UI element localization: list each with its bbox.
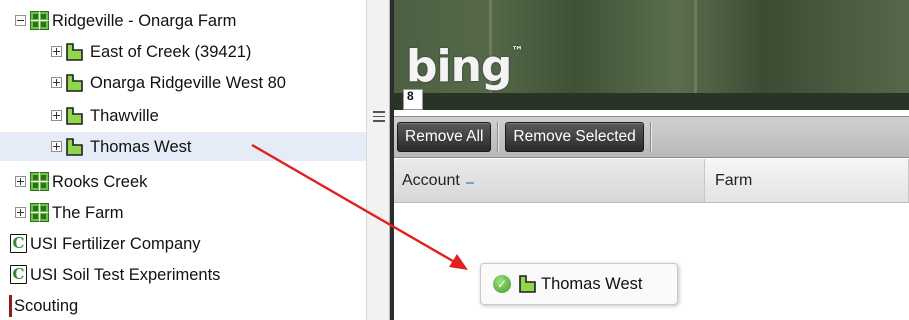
- scouting-marker-icon: [9, 294, 12, 317]
- tree-node-field-onarga-ridgeville-west[interactable]: Onarga Ridgeville West 80: [0, 68, 366, 97]
- remove-selected-button[interactable]: Remove Selected: [505, 122, 644, 152]
- account-tree[interactable]: Ridgeville - Onarga Farm East of Creek (…: [0, 0, 366, 320]
- field-flag-icon: [519, 275, 536, 293]
- tree-node-label: USI Soil Test Experiments: [30, 265, 221, 284]
- tree-node-farm-the-farm[interactable]: The Farm: [0, 198, 366, 227]
- drag-proxy-label: Thomas West: [541, 274, 643, 293]
- expand-icon[interactable]: [15, 176, 26, 187]
- company-c-icon: C: [10, 265, 27, 284]
- expand-icon[interactable]: [51, 110, 62, 121]
- grid-header: Account Farm: [394, 159, 909, 203]
- tree-node-label: Thomas West: [90, 137, 192, 156]
- sort-indicator-icon: [465, 181, 474, 184]
- toolbar-separator: [497, 122, 500, 152]
- column-header-farm[interactable]: Farm: [705, 159, 909, 202]
- tree-node-field-thawville[interactable]: Thawville: [0, 101, 366, 130]
- field-flag-icon: [66, 42, 83, 61]
- grid-toolbar: Remove All Remove Selected: [394, 116, 909, 158]
- tree-node-scouting[interactable]: Scouting: [0, 291, 366, 320]
- map-scale-label: 8: [407, 89, 414, 103]
- remove-all-button[interactable]: Remove All: [397, 122, 492, 152]
- company-c-icon: C: [10, 234, 27, 253]
- farm-grid-icon: [30, 203, 49, 222]
- tree-node-field-east-of-creek[interactable]: East of Creek (39421): [0, 37, 366, 66]
- map-field-strip: [394, 93, 909, 110]
- tree-node-label: Onarga Ridgeville West 80: [90, 73, 286, 92]
- tree-node-label: Rooks Creek: [52, 172, 148, 191]
- drag-proxy: ✓ Thomas West: [480, 263, 678, 305]
- tree-node-label: East of Creek (39421): [90, 42, 252, 61]
- expand-icon[interactable]: [51, 77, 62, 88]
- bing-logo: bing™: [406, 41, 523, 92]
- tree-node-label: Ridgeville - Onarga Farm: [52, 11, 237, 30]
- expand-icon[interactable]: [15, 207, 26, 218]
- tree-node-label: The Farm: [52, 203, 124, 222]
- tree-node-label: Scouting: [14, 296, 79, 315]
- tree-node-label: USI Fertilizer Company: [30, 234, 201, 253]
- map-view[interactable]: bing™ 8: [394, 0, 909, 110]
- field-flag-icon: [66, 106, 83, 125]
- expand-icon[interactable]: [51, 141, 62, 152]
- farm-grid-icon: [30, 172, 49, 191]
- tree-node-company-usi-soil-test[interactable]: C USI Soil Test Experiments: [0, 260, 366, 289]
- tree-node-field-thomas-west[interactable]: Thomas West: [0, 132, 366, 161]
- field-flag-icon: [66, 73, 83, 92]
- tree-node-label: Thawville: [90, 106, 159, 125]
- tree-node-company-usi-fertilizer[interactable]: C USI Fertilizer Company: [0, 229, 366, 258]
- tree-node-farm-rooks-creek[interactable]: Rooks Creek: [0, 167, 366, 196]
- field-flag-icon: [66, 137, 83, 156]
- toolbar-separator: [649, 122, 652, 152]
- farm-grid-icon: [30, 11, 49, 30]
- collapse-icon[interactable]: [15, 15, 26, 26]
- panel-splitter[interactable]: [366, 0, 390, 320]
- check-circle-icon: ✓: [493, 275, 511, 293]
- expand-icon[interactable]: [51, 46, 62, 57]
- grip-icon[interactable]: [373, 111, 385, 125]
- column-header-account[interactable]: Account: [394, 159, 705, 202]
- tree-node-farm-ridgeville-onarga[interactable]: Ridgeville - Onarga Farm: [0, 6, 366, 35]
